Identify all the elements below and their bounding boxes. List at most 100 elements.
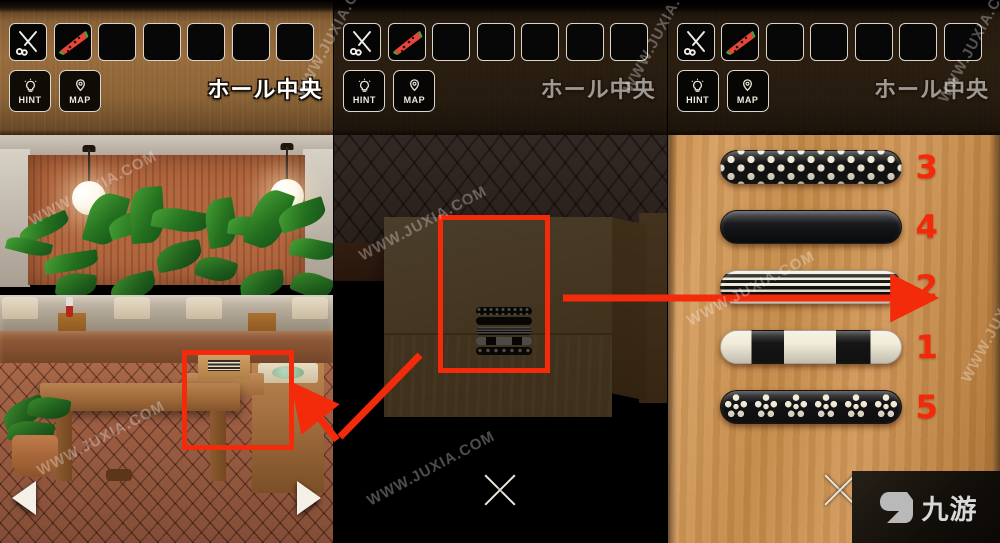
map-button[interactable]: MAP (726, 70, 769, 112)
jiuyou-mark-icon (879, 492, 913, 523)
mini-strip-blocks (476, 337, 533, 345)
map-pin-icon (743, 78, 753, 91)
strip-row[interactable]: 1 (719, 327, 990, 367)
inventory-bar (343, 23, 649, 61)
strip-number: 4 (915, 208, 938, 246)
lightbulb-icon (23, 78, 37, 92)
watermelon-icon (392, 31, 423, 55)
panel-room-view: HINT MAP ホール中央 (0, 0, 334, 543)
hint-button[interactable]: HINT (9, 70, 51, 112)
inventory-slot-1[interactable] (343, 23, 382, 61)
hud-bar: HINT MAP ホール中央 (667, 0, 1000, 135)
watermelon-icon (726, 31, 756, 55)
hint-label: HINT (686, 94, 710, 105)
top-shadow (667, 0, 1000, 13)
strip-number: 2 (915, 268, 938, 306)
panel-pattern-answer: 3 4 2 1 5 HINT MAP ホール中央 (666, 0, 1000, 543)
watermelon-icon (58, 31, 88, 55)
nav-arrow-right[interactable] (297, 481, 322, 515)
mini-strip-solid (476, 317, 533, 325)
map-label: MAP (736, 94, 759, 105)
map-label: MAP (69, 94, 91, 105)
inventory-slot-3[interactable] (432, 23, 471, 61)
room-scene (0, 135, 334, 543)
inventory-bar (9, 23, 314, 61)
strip-row[interactable]: 2 (719, 267, 990, 307)
palm-frond (43, 249, 99, 275)
room-title: ホール中央 (873, 78, 989, 103)
inventory-slot-2[interactable] (721, 23, 760, 61)
site-logo: 九游 (852, 471, 1000, 543)
inventory-slot-1[interactable] (9, 23, 47, 61)
inventory-slot-6[interactable] (231, 23, 270, 61)
cushion (2, 297, 38, 319)
brick-step-ledge (0, 331, 334, 367)
inventory-slot-7[interactable] (610, 23, 649, 61)
inventory-slot-4[interactable] (142, 23, 181, 61)
strip-answer-list: 3 4 2 1 5 (719, 147, 990, 463)
close-button[interactable] (479, 469, 521, 511)
palm-frond (288, 234, 334, 264)
hint-label: HINT (18, 94, 42, 105)
map-label: MAP (403, 94, 426, 105)
nav-arrow-left[interactable] (12, 481, 36, 515)
hud-button-row: HINT MAP (676, 70, 769, 112)
map-pin-icon (409, 78, 419, 91)
cushion (186, 297, 222, 319)
strip-number: 5 (915, 388, 938, 426)
box-pattern-hint (208, 360, 240, 371)
strip-row[interactable]: 4 (719, 207, 990, 247)
strip-vertical-blocks[interactable] (719, 330, 902, 364)
strip-flowers[interactable] (719, 390, 902, 424)
panel-box-zoom: HINT MAP ホール中央 (333, 0, 667, 543)
room-title: ホール中央 (540, 78, 656, 103)
inventory-slot-2[interactable] (387, 23, 426, 61)
lamp-cord (88, 149, 90, 183)
inventory-slot-5[interactable] (854, 23, 893, 61)
inventory-slot-4[interactable] (810, 23, 849, 61)
lamp-cord (286, 147, 288, 181)
strip-polka-dots[interactable] (719, 150, 902, 184)
inventory-slot-6[interactable] (899, 23, 938, 61)
hint-button[interactable]: HINT (676, 70, 719, 112)
inventory-slot-1[interactable] (676, 23, 715, 61)
brick-stool (96, 457, 142, 503)
green-plate (272, 366, 304, 379)
strip-row[interactable]: 5 (719, 387, 990, 427)
mini-strip-stripes (476, 327, 533, 335)
strip-horizontal-stripes[interactable] (719, 270, 902, 304)
map-button[interactable]: MAP (393, 70, 436, 112)
strip-solid-black[interactable] (719, 210, 902, 244)
inventory-slot-7[interactable] (943, 23, 982, 61)
inventory-bar (676, 23, 982, 61)
cushion (292, 297, 328, 319)
hud-bar: HINT MAP ホール中央 (0, 0, 334, 135)
wood-edge-shadow (667, 135, 677, 543)
inventory-slot-7[interactable] (276, 23, 314, 61)
inventory-slot-3[interactable] (98, 23, 136, 61)
inventory-slot-2[interactable] (53, 23, 92, 61)
inventory-slot-3[interactable] (765, 23, 804, 61)
inventory-slot-6[interactable] (565, 23, 604, 61)
box-pattern-hint-group (476, 307, 533, 355)
hud-bar: HINT MAP ホール中央 (334, 0, 667, 135)
tray (258, 363, 318, 383)
strip-row[interactable]: 3 (719, 147, 990, 187)
hint-button[interactable]: HINT (343, 70, 386, 112)
map-pin-icon (75, 78, 85, 91)
strip-number: 1 (915, 328, 938, 366)
cushion (114, 297, 150, 319)
mini-strip-dots (476, 307, 533, 315)
inventory-slot-5[interactable] (187, 23, 225, 61)
scissors-icon (15, 31, 37, 56)
box-side-face (612, 217, 647, 401)
map-button[interactable]: MAP (59, 70, 101, 112)
top-shadow (0, 0, 334, 13)
leaf (193, 251, 239, 287)
wooden-puzzle-box[interactable] (198, 353, 250, 379)
inventory-slot-4[interactable] (476, 23, 515, 61)
scissors-icon (683, 31, 705, 56)
hud-button-row: HINT MAP (343, 70, 436, 112)
inventory-slot-5[interactable] (521, 23, 560, 61)
stool-hole (106, 469, 132, 481)
